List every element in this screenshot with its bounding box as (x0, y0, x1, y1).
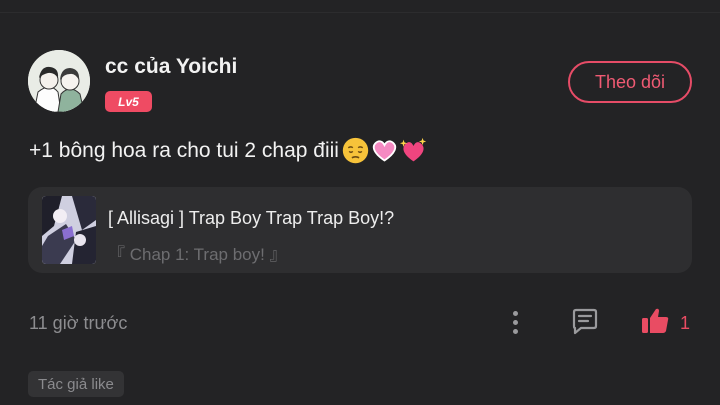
divider (0, 12, 720, 13)
manga-title: [ Allisagi ] Trap Boy Trap Trap Boy!? (108, 208, 395, 228)
author-like-badge: Tác giả like (28, 371, 124, 397)
comment-icon[interactable] (569, 306, 601, 338)
timestamp: 11 giờ trước (29, 313, 128, 333)
sparkling-heart-icon (399, 137, 427, 162)
manga-card[interactable]: [ Allisagi ] Trap Boy Trap Trap Boy!? 『 … (28, 187, 692, 273)
follow-button[interactable]: Theo dõi (568, 61, 692, 103)
manga-cover-art (42, 196, 96, 264)
level-badge: Lv5 (105, 91, 152, 112)
more-options-button[interactable] (503, 307, 527, 337)
pensive-face-icon (342, 137, 369, 164)
comment-text: +1 bông hoa ra cho tui 2 chap điii (29, 138, 339, 162)
like-count: 1 (680, 313, 691, 333)
thumbs-up-icon[interactable] (640, 306, 670, 336)
comment-item: cc của Yoichi Lv5 Theo dõi +1 bông hoa r… (0, 0, 720, 405)
avatar-illustration (28, 50, 90, 112)
username[interactable]: cc của Yoichi (105, 55, 237, 79)
avatar[interactable] (28, 50, 90, 112)
comment-body: +1 bông hoa ra cho tui 2 chap điii (29, 136, 428, 165)
manga-chapter: 『 Chap 1: Trap boy! 』 (108, 245, 287, 264)
manga-cover (42, 196, 96, 264)
pink-heart-icon (372, 140, 397, 162)
vertical-ellipsis-icon (512, 310, 518, 316)
